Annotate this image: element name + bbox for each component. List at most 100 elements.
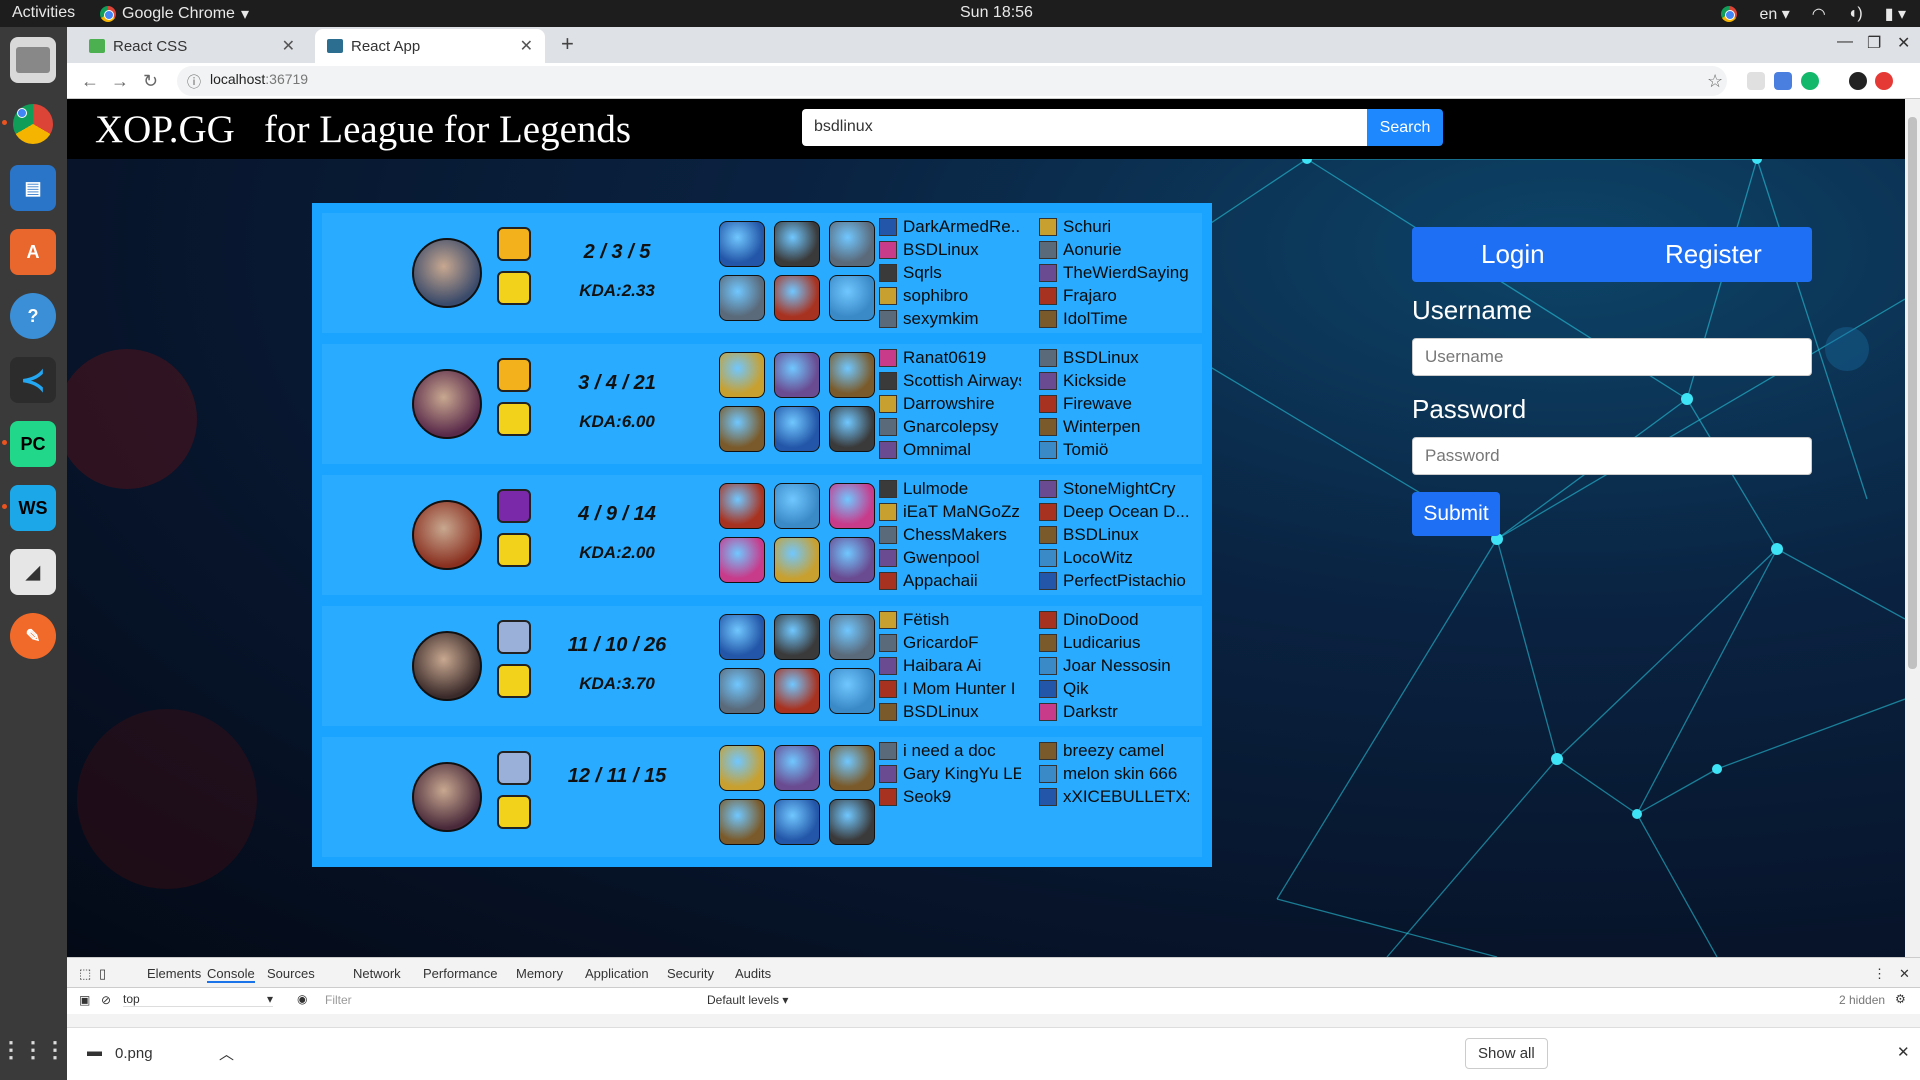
wifi-icon[interactable]: ◠ bbox=[1812, 4, 1826, 24]
grammarly-icon[interactable] bbox=[1801, 72, 1819, 90]
player-entry[interactable]: LocoWitz bbox=[1039, 548, 1189, 568]
summoner-spell-icon[interactable] bbox=[497, 271, 531, 305]
site-logo[interactable]: XOP.GG for League for Legends bbox=[95, 107, 631, 152]
system-tray[interactable]: en ▾ ◠ ◖) ▮ ▾ bbox=[1721, 4, 1906, 24]
battery-icon[interactable]: ▮ ▾ bbox=[1885, 4, 1906, 24]
player-entry[interactable]: Appachaii bbox=[879, 571, 1021, 591]
item-icon[interactable] bbox=[829, 352, 875, 398]
player-entry[interactable]: Kickside bbox=[1039, 371, 1189, 391]
summoner-spell-icon[interactable] bbox=[497, 664, 531, 698]
summoner-spell-icon[interactable] bbox=[497, 489, 531, 523]
webstorm-icon[interactable]: WS bbox=[2, 485, 56, 531]
match-card[interactable]: 2 / 3 / 5 KDA:2.33 DarkArmedRe... BSDLinux S… bbox=[312, 203, 1212, 343]
item-icon[interactable] bbox=[829, 483, 875, 529]
player-entry[interactable]: TheWierdSaying bbox=[1039, 263, 1189, 283]
devtools-close-icon[interactable]: ✕ bbox=[1899, 966, 1910, 982]
profile-icon[interactable] bbox=[1849, 72, 1867, 90]
item-icon[interactable] bbox=[774, 799, 820, 845]
player-entry[interactable]: sexymkim bbox=[879, 309, 1021, 329]
files-icon[interactable] bbox=[10, 37, 56, 83]
item-icon[interactable] bbox=[774, 668, 820, 714]
console-filter-input[interactable]: Filter bbox=[325, 993, 625, 1007]
item-icon[interactable] bbox=[774, 221, 820, 267]
tab-audits[interactable]: Audits bbox=[735, 966, 771, 981]
summoner-spell-icon[interactable] bbox=[497, 358, 531, 392]
log-levels-select[interactable]: Default levels ▾ bbox=[707, 993, 788, 1007]
player-entry[interactable]: Sqrls bbox=[879, 263, 1021, 283]
player-entry[interactable]: Aonurie bbox=[1039, 240, 1189, 260]
player-entry[interactable]: DarkArmedRe... bbox=[879, 217, 1021, 237]
player-entry[interactable]: Qik bbox=[1039, 679, 1189, 699]
forward-icon[interactable]: → bbox=[111, 71, 129, 92]
player-entry[interactable]: breezy camel bbox=[1039, 741, 1189, 761]
chrome-tray-icon[interactable] bbox=[1721, 6, 1738, 22]
champion-portrait[interactable] bbox=[412, 369, 482, 439]
app-menu[interactable]: Google Chrome ▾ bbox=[100, 4, 249, 24]
volume-icon[interactable]: ◖) bbox=[1848, 5, 1863, 23]
player-entry[interactable]: BSDLinux bbox=[879, 702, 1021, 722]
player-entry[interactable]: ChessMakers bbox=[879, 525, 1021, 545]
item-icon[interactable] bbox=[719, 614, 765, 660]
player-entry[interactable]: Lulmode bbox=[879, 479, 1021, 499]
item-icon[interactable] bbox=[774, 614, 820, 660]
player-entry[interactable]: DinoDood bbox=[1039, 610, 1189, 630]
player-entry[interactable]: Gwenpool bbox=[879, 548, 1021, 568]
clock[interactable]: Sun 18:56 bbox=[960, 4, 1033, 22]
player-entry[interactable]: Firewave bbox=[1039, 394, 1189, 414]
summoner-spell-icon[interactable] bbox=[497, 227, 531, 261]
item-icon[interactable] bbox=[829, 221, 875, 267]
clear-console-icon[interactable]: ⊘ bbox=[101, 993, 111, 1007]
close-icon[interactable]: ✕ bbox=[282, 36, 295, 56]
summoner-search-input[interactable]: bsdlinux bbox=[802, 109, 1367, 146]
player-entry[interactable]: BSDLinux bbox=[879, 240, 1021, 260]
item-icon[interactable] bbox=[719, 668, 765, 714]
player-entry[interactable]: iEaT MaNGoZz bbox=[879, 502, 1021, 522]
tab-react-css[interactable]: React CSS ✕ bbox=[77, 29, 307, 63]
register-tab[interactable]: Register bbox=[1665, 239, 1762, 270]
match-card[interactable]: 4 / 9 / 14 KDA:2.00 Lulmode iEaT MaNGoZz Che… bbox=[312, 465, 1212, 605]
pycharm-icon[interactable]: PC bbox=[2, 421, 56, 467]
summoner-spell-icon[interactable] bbox=[497, 533, 531, 567]
chrome-dock-icon[interactable] bbox=[2, 101, 56, 147]
back-icon[interactable]: ← bbox=[81, 71, 99, 92]
player-entry[interactable]: PerfectPistachio bbox=[1039, 571, 1189, 591]
summoner-spell-icon[interactable] bbox=[497, 751, 531, 785]
live-expression-icon[interactable]: ◉ bbox=[297, 992, 307, 1006]
downloads-close-icon[interactable]: ✕ bbox=[1897, 1043, 1910, 1061]
tab-sources[interactable]: Sources bbox=[267, 966, 315, 981]
player-entry[interactable]: Gary KingYu LEE bbox=[879, 764, 1021, 784]
item-icon[interactable] bbox=[719, 352, 765, 398]
player-entry[interactable]: Ranat0619 bbox=[879, 348, 1021, 368]
item-icon[interactable] bbox=[774, 483, 820, 529]
inspect-icon[interactable]: ⬚ bbox=[79, 966, 91, 982]
player-entry[interactable]: i need a doc bbox=[879, 741, 1021, 761]
item-icon[interactable] bbox=[774, 745, 820, 791]
item-icon[interactable] bbox=[774, 406, 820, 452]
item-icon[interactable] bbox=[829, 668, 875, 714]
player-entry[interactable]: Tomiö bbox=[1039, 440, 1189, 460]
activities-button[interactable]: Activities bbox=[12, 4, 75, 22]
summoner-spell-icon[interactable] bbox=[497, 795, 531, 829]
player-entry[interactable]: Frajaro bbox=[1039, 286, 1189, 306]
item-icon[interactable] bbox=[719, 483, 765, 529]
minimize-icon[interactable]: — bbox=[1837, 33, 1853, 51]
item-icon[interactable] bbox=[719, 745, 765, 791]
item-icon[interactable] bbox=[719, 275, 765, 321]
player-entry[interactable]: Fëtish bbox=[879, 610, 1021, 630]
reload-icon[interactable]: ↻ bbox=[143, 71, 158, 92]
match-card[interactable]: 11 / 10 / 26 KDA:3.70 Fëtish GricardoF Haiba… bbox=[312, 596, 1212, 736]
password-input[interactable]: Password bbox=[1412, 437, 1812, 475]
address-bar[interactable] bbox=[177, 66, 1727, 96]
item-icon[interactable] bbox=[829, 406, 875, 452]
chevron-up-icon[interactable]: ︿ bbox=[219, 1043, 234, 1064]
item-icon[interactable] bbox=[774, 275, 820, 321]
player-entry[interactable]: Deep Ocean D... bbox=[1039, 502, 1189, 522]
player-entry[interactable]: melon skin 666 bbox=[1039, 764, 1189, 784]
player-entry[interactable]: xXICEBULLETXx bbox=[1039, 787, 1189, 807]
installer-icon[interactable]: ◢ bbox=[10, 549, 56, 595]
champion-portrait[interactable] bbox=[412, 631, 482, 701]
tab-security[interactable]: Security bbox=[667, 966, 714, 981]
player-entry[interactable]: Schuri bbox=[1039, 217, 1189, 237]
champion-portrait[interactable] bbox=[412, 500, 482, 570]
player-entry[interactable]: Omnimal bbox=[879, 440, 1021, 460]
